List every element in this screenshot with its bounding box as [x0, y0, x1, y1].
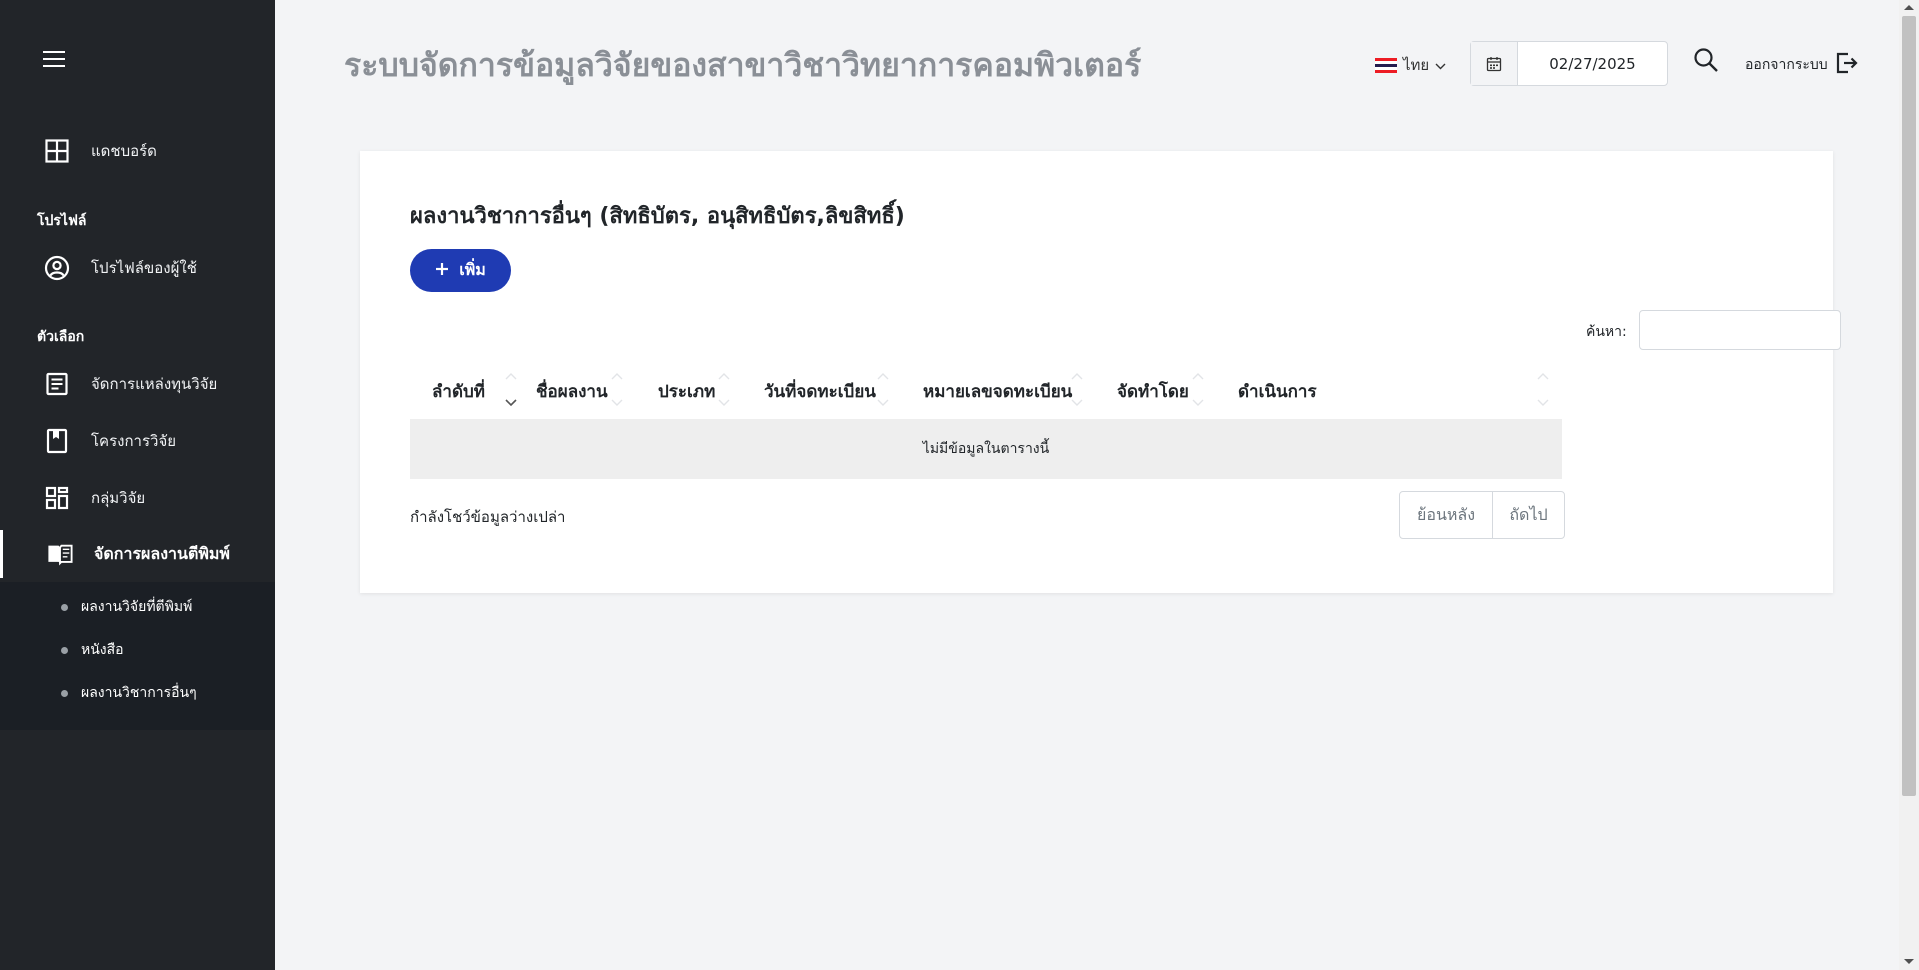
sort-icon[interactable] — [611, 371, 623, 411]
date-value[interactable]: 02/27/2025 — [1518, 42, 1667, 85]
sort-icon[interactable] — [877, 371, 889, 411]
publications-submenu: ผลงานวิจัยที่ตีพิมพ์ หนังสือ ผลงานวิชากา… — [0, 582, 275, 730]
sidebar-item-label: จัดการแหล่งทุนวิจัย — [91, 375, 218, 393]
search-input[interactable] — [1639, 310, 1841, 350]
prev-page-button[interactable]: ย้อนหลัง — [1400, 492, 1493, 538]
scrollbar-thumb[interactable] — [1902, 16, 1916, 796]
column-header-title[interactable]: ชื่อผลงาน — [536, 363, 608, 419]
submenu-item-label: หนังสือ — [81, 642, 124, 658]
sidebar: แดชบอร์ด โปรไฟล์ โปรไฟล์ของผู้ใช้ ตัวเลื… — [0, 0, 275, 970]
column-header-order[interactable]: ลำดับที่ — [432, 363, 485, 419]
sidebar-item-dashboard[interactable]: แดชบอร์ด — [0, 127, 275, 175]
table-empty-row: ไม่มีข้อมูลในตารางนี้ — [410, 419, 1562, 479]
plus-icon — [435, 261, 449, 280]
card-title: ผลงานวิชาการอื่นๆ (สิทธิบัตร, อนุสิทธิบั… — [410, 204, 905, 229]
submenu-item-label: ผลงานวิจัยที่ตีพิมพ์ — [81, 599, 193, 615]
submenu-item-books[interactable]: หนังสือ — [0, 632, 275, 668]
language-label: ไทย — [1403, 56, 1430, 74]
page-title: ระบบจัดการข้อมูลวิจัยของสาขาวิชาวิทยาการ… — [344, 46, 1142, 84]
date-picker[interactable]: 02/27/2025 — [1470, 41, 1668, 86]
document-icon — [44, 371, 70, 397]
sidebar-item-label: กลุ่มวิจัย — [91, 489, 146, 507]
sidebar-item-label: โปรไฟล์ของผู้ใช้ — [91, 259, 197, 277]
next-page-button[interactable]: ถัดไป — [1493, 492, 1564, 538]
table-info: กำลังโชว์ข้อมูลว่างเปล่า — [410, 508, 566, 526]
logout-label: ออกจากระบบ — [1745, 57, 1828, 73]
thai-flag-icon — [1375, 57, 1397, 73]
section-title-options: ตัวเลือก — [37, 329, 85, 345]
logout-button[interactable]: ออกจากระบบ — [1745, 52, 1858, 78]
submenu-item-other-academic[interactable]: ผลงานวิชาการอื่นๆ — [0, 675, 275, 711]
sort-icon[interactable] — [1071, 371, 1083, 411]
sort-icon[interactable] — [1537, 371, 1549, 411]
chevron-down-icon — [1435, 56, 1446, 74]
menu-toggle-icon[interactable] — [43, 51, 65, 69]
book-icon — [44, 428, 70, 454]
column-header-actions[interactable]: ดำเนินการ — [1238, 363, 1317, 419]
submenu-item-published-research[interactable]: ผลงานวิจัยที่ตีพิมพ์ — [0, 589, 275, 625]
pagination: ย้อนหลัง ถัดไป — [1399, 491, 1565, 539]
bullet-icon — [61, 646, 68, 654]
search-icon[interactable] — [1693, 47, 1721, 75]
sidebar-item-label: แดชบอร์ด — [91, 142, 157, 160]
search-label: ค้นหา: — [1586, 324, 1627, 340]
sidebar-item-user-profile[interactable]: โปรไฟล์ของผู้ใช้ — [0, 244, 275, 292]
open-book-icon — [47, 541, 73, 567]
column-header-type[interactable]: ประเภท — [658, 363, 715, 419]
main-content: ระบบจัดการข้อมูลวิจัยของสาขาวิชาวิทยาการ… — [275, 0, 1899, 970]
user-circle-icon — [44, 255, 70, 281]
column-header-reg-number[interactable]: หมายเลขจดทะเบียน — [923, 363, 1072, 419]
empty-message: ไม่มีข้อมูลในตารางนี้ — [922, 441, 1050, 457]
add-button-label: เพิ่ม — [459, 260, 486, 279]
dashboard-icon — [44, 138, 70, 164]
vertical-scrollbar[interactable] — [1899, 0, 1919, 970]
column-header-created-by[interactable]: จัดทำโดย — [1117, 363, 1189, 419]
content-card: ผลงานวิชาการอื่นๆ (สิทธิบัตร, อนุสิทธิบั… — [360, 151, 1841, 593]
grid-icon — [44, 485, 70, 511]
section-title-profile: โปรไฟล์ — [37, 213, 87, 229]
table-header: ลำดับที่ ชื่อผลงาน ประเภท วันที่จดทะเบีย… — [410, 363, 1561, 419]
sort-desc-icon[interactable] — [505, 371, 517, 411]
add-button[interactable]: เพิ่ม — [410, 249, 511, 292]
language-selector[interactable]: ไทย — [1375, 53, 1446, 77]
sidebar-item-groups[interactable]: กลุ่มวิจัย — [0, 474, 275, 522]
bullet-icon — [61, 689, 68, 697]
scroll-up-icon[interactable] — [1904, 5, 1914, 10]
submenu-item-label: ผลงานวิชาการอื่นๆ — [81, 685, 197, 701]
sidebar-item-projects[interactable]: โครงการวิจัย — [0, 417, 275, 465]
sort-icon[interactable] — [1192, 371, 1204, 411]
scroll-down-icon[interactable] — [1904, 959, 1914, 964]
sidebar-item-funding[interactable]: จัดการแหล่งทุนวิจัย — [0, 360, 275, 408]
bullet-icon — [61, 603, 68, 611]
sidebar-item-publications[interactable]: จัดการผลงานตีพิมพ์ — [0, 530, 275, 578]
calendar-icon[interactable] — [1471, 42, 1518, 85]
sort-icon[interactable] — [718, 371, 730, 411]
logout-icon — [1836, 52, 1858, 78]
sidebar-item-label: จัดการผลงานตีพิมพ์ — [94, 543, 230, 563]
sidebar-item-label: โครงการวิจัย — [91, 432, 177, 450]
column-header-reg-date[interactable]: วันที่จดทะเบียน — [764, 363, 876, 419]
